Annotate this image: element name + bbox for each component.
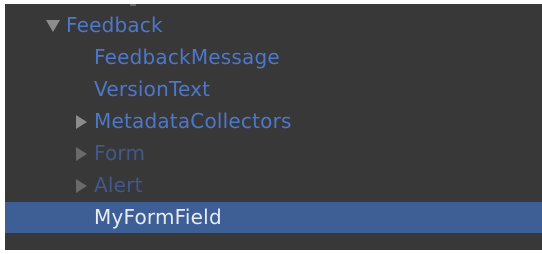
hierarchy-item-form[interactable]: Form bbox=[5, 138, 542, 169]
triangle-down-icon[interactable] bbox=[45, 10, 61, 41]
hierarchy-item-label: Form bbox=[94, 141, 146, 165]
hierarchy-item-label: VersionText bbox=[94, 77, 211, 101]
triangle-right-icon[interactable] bbox=[73, 106, 89, 137]
hierarchy-item-myformfield[interactable]: MyFormField bbox=[5, 202, 542, 233]
hierarchy-item-metadatacollectors[interactable]: MetadataCollectors bbox=[5, 106, 542, 137]
hierarchy-item-label: Alert bbox=[94, 173, 143, 197]
hierarchy-item-feedback[interactable]: Feedback bbox=[5, 10, 542, 41]
hierarchy-item-label: FeedbackMessage bbox=[94, 45, 280, 69]
hierarchy-item-feedbackmessage[interactable]: FeedbackMessage bbox=[5, 42, 542, 73]
hierarchy-item-label: MetadataCollectors bbox=[94, 109, 292, 133]
hierarchy-item-versiontext[interactable]: VersionText bbox=[5, 74, 542, 105]
triangle-right-icon[interactable] bbox=[73, 170, 89, 201]
hierarchy-item-alert[interactable]: Alert bbox=[5, 170, 542, 201]
triangle-right-icon[interactable] bbox=[73, 138, 89, 169]
clipped-row-fragment bbox=[130, 4, 136, 6]
hierarchy-panel: Feedback FeedbackMessage VersionText Met… bbox=[5, 4, 542, 250]
hierarchy-item-label: Feedback bbox=[66, 13, 163, 37]
hierarchy-item-label: MyFormField bbox=[94, 205, 222, 229]
